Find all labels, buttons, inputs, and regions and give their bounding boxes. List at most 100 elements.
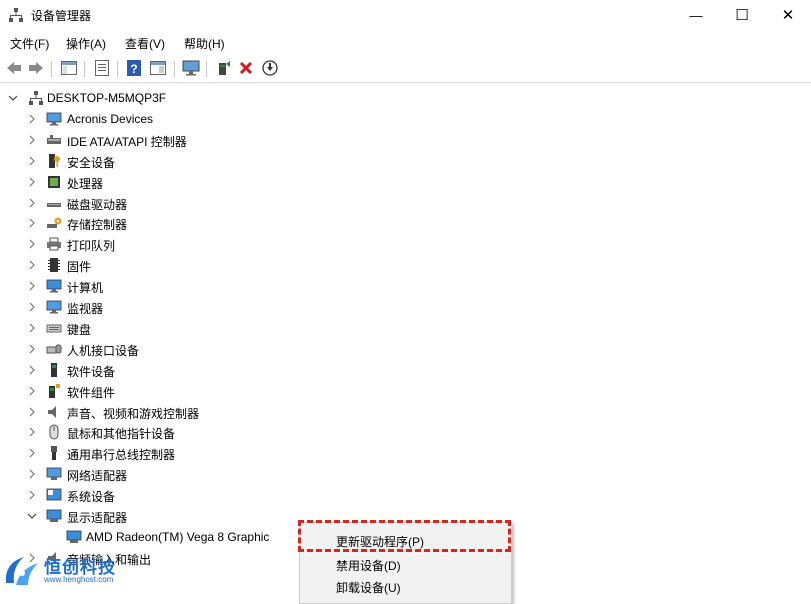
chevron-down-icon[interactable] bbox=[26, 506, 38, 526]
tree-category[interactable]: 计算机 bbox=[0, 276, 811, 296]
show-hide-console-tree-icon bbox=[61, 60, 77, 78]
tree-category[interactable]: 安全设备 bbox=[0, 151, 811, 171]
menu-action[interactable]: 操作(A) bbox=[66, 35, 106, 52]
tree-item-label: DESKTOP-M5MQP3F bbox=[47, 91, 167, 105]
chevron-right-icon[interactable] bbox=[26, 193, 38, 213]
ide-controller-icon bbox=[46, 132, 62, 148]
chevron-right-icon[interactable] bbox=[26, 422, 38, 442]
tree-category[interactable]: 打印队列 bbox=[0, 234, 811, 254]
menu-item-disable-device[interactable]: 禁用设备(D) bbox=[300, 553, 511, 575]
chevron-right-icon[interactable] bbox=[26, 318, 38, 338]
back-icon bbox=[6, 61, 22, 78]
software-component-icon bbox=[46, 383, 62, 399]
scan-hardware-button[interactable] bbox=[181, 59, 201, 79]
chevron-right-icon[interactable] bbox=[26, 381, 38, 401]
chevron-right-icon[interactable] bbox=[26, 151, 38, 171]
tree-item-label: 网络适配器 bbox=[67, 469, 128, 484]
chevron-right-icon[interactable] bbox=[26, 360, 38, 380]
computer-icon bbox=[46, 278, 62, 294]
chevron-right-icon[interactable] bbox=[26, 234, 38, 254]
tree-item-label: 存储控制器 bbox=[67, 218, 128, 233]
menu-view[interactable]: 查看(V) bbox=[125, 35, 165, 52]
menu-help[interactable]: 帮助(H) bbox=[184, 35, 225, 52]
tree-category[interactable]: 软件组件 bbox=[0, 381, 811, 401]
chevron-right-icon[interactable] bbox=[26, 443, 38, 463]
software-device-icon bbox=[46, 362, 62, 378]
chevron-right-icon[interactable] bbox=[26, 402, 38, 422]
forward-button[interactable] bbox=[26, 59, 46, 79]
chevron-right-icon[interactable] bbox=[26, 464, 38, 484]
enable-device-button[interactable] bbox=[260, 59, 280, 79]
tree-item-label: 声音、视频和游戏控制器 bbox=[67, 406, 200, 421]
tree-item-label: Acronis Devices bbox=[67, 111, 154, 126]
system-device-icon bbox=[46, 487, 62, 503]
tree-category[interactable]: 固件 bbox=[0, 255, 811, 275]
menu-bar: 文件(F) 操作(A) 查看(V) 帮助(H) bbox=[0, 32, 811, 52]
close-button[interactable]: ✕ bbox=[765, 0, 811, 30]
tree-root[interactable]: DESKTOP-M5MQP3F bbox=[0, 88, 811, 108]
network-adapter-icon bbox=[46, 466, 62, 482]
toolbar-separator bbox=[84, 61, 85, 77]
back-button[interactable] bbox=[4, 59, 24, 79]
enable-device-icon bbox=[262, 59, 278, 79]
chevron-right-icon[interactable] bbox=[26, 255, 38, 275]
minimize-button[interactable]: — bbox=[673, 0, 719, 30]
update-driver-icon bbox=[217, 60, 231, 79]
tree-category[interactable]: 声音、视频和游戏控制器 bbox=[0, 402, 811, 422]
uninstall-icon bbox=[239, 61, 253, 78]
keyboard-icon bbox=[46, 320, 62, 336]
usb-icon bbox=[46, 445, 62, 461]
chevron-right-icon[interactable] bbox=[26, 339, 38, 359]
tree-category[interactable]: 鼠标和其他指针设备 bbox=[0, 422, 811, 442]
toolbar-separator bbox=[51, 61, 52, 77]
chevron-right-icon[interactable] bbox=[26, 485, 38, 505]
toolbar-separator bbox=[206, 61, 207, 77]
update-driver-button[interactable] bbox=[214, 59, 234, 79]
chevron-down-icon[interactable] bbox=[7, 88, 19, 108]
tree-item-label: 人机接口设备 bbox=[67, 343, 140, 358]
chevron-right-icon[interactable] bbox=[26, 130, 38, 150]
tree-category[interactable]: 系统设备 bbox=[0, 485, 811, 505]
highlight-annotation bbox=[298, 520, 511, 552]
view-button[interactable] bbox=[148, 59, 168, 79]
tree-category[interactable]: IDE ATA/ATAPI 控制器 bbox=[0, 130, 811, 150]
menu-item-label: 禁用设备(D) bbox=[336, 559, 401, 573]
tree-category[interactable]: 网络适配器 bbox=[0, 464, 811, 484]
henghost-logo-icon bbox=[2, 553, 42, 592]
tree-item-label: 键盘 bbox=[67, 322, 92, 337]
show-hide-tree-button[interactable] bbox=[59, 59, 79, 79]
tree-category[interactable]: 处理器 bbox=[0, 172, 811, 192]
chevron-right-icon[interactable] bbox=[26, 297, 38, 317]
chevron-right-icon[interactable] bbox=[26, 172, 38, 192]
menu-file[interactable]: 文件(F) bbox=[10, 35, 49, 52]
tree-category[interactable]: 监视器 bbox=[0, 297, 811, 317]
help-button[interactable]: ? bbox=[124, 59, 144, 79]
tree-category[interactable]: 人机接口设备 bbox=[0, 339, 811, 359]
tree-category[interactable]: 磁盘驱动器 bbox=[0, 193, 811, 213]
tree-item-label: 软件设备 bbox=[67, 364, 116, 379]
tree-item-label: 打印队列 bbox=[67, 239, 116, 254]
menu-item-uninstall-device[interactable]: 卸载设备(U) bbox=[300, 575, 511, 597]
svg-text:?: ? bbox=[130, 62, 137, 76]
tree-item-label: 鼠标和其他指针设备 bbox=[67, 427, 176, 442]
chevron-right-icon[interactable] bbox=[26, 213, 38, 233]
uninstall-button[interactable] bbox=[236, 59, 256, 79]
display-adapter-icon bbox=[46, 508, 62, 524]
properties-button[interactable] bbox=[92, 59, 112, 79]
window-title: 设备管理器 bbox=[31, 9, 92, 23]
chevron-right-icon[interactable] bbox=[26, 276, 38, 296]
tree-item-label: 监视器 bbox=[67, 302, 104, 316]
chevron-right-icon[interactable] bbox=[26, 109, 38, 129]
tree-category[interactable]: 存储控制器 bbox=[0, 213, 811, 233]
maximize-icon: ☐ bbox=[735, 7, 749, 24]
view-icon bbox=[150, 60, 166, 78]
tree-category[interactable]: 键盘 bbox=[0, 318, 811, 338]
watermark-url: www.henghost.com bbox=[44, 575, 114, 584]
tree-category[interactable]: 软件设备 bbox=[0, 360, 811, 380]
monitor-icon bbox=[46, 299, 62, 315]
tree-category[interactable]: 通用串行总线控制器 bbox=[0, 443, 811, 463]
tree-category[interactable]: Acronis Devices bbox=[0, 109, 811, 129]
tree-item-label: 通用串行总线控制器 bbox=[67, 448, 176, 463]
help-icon: ? bbox=[127, 59, 141, 79]
maximize-button[interactable]: ☐ bbox=[719, 0, 765, 30]
